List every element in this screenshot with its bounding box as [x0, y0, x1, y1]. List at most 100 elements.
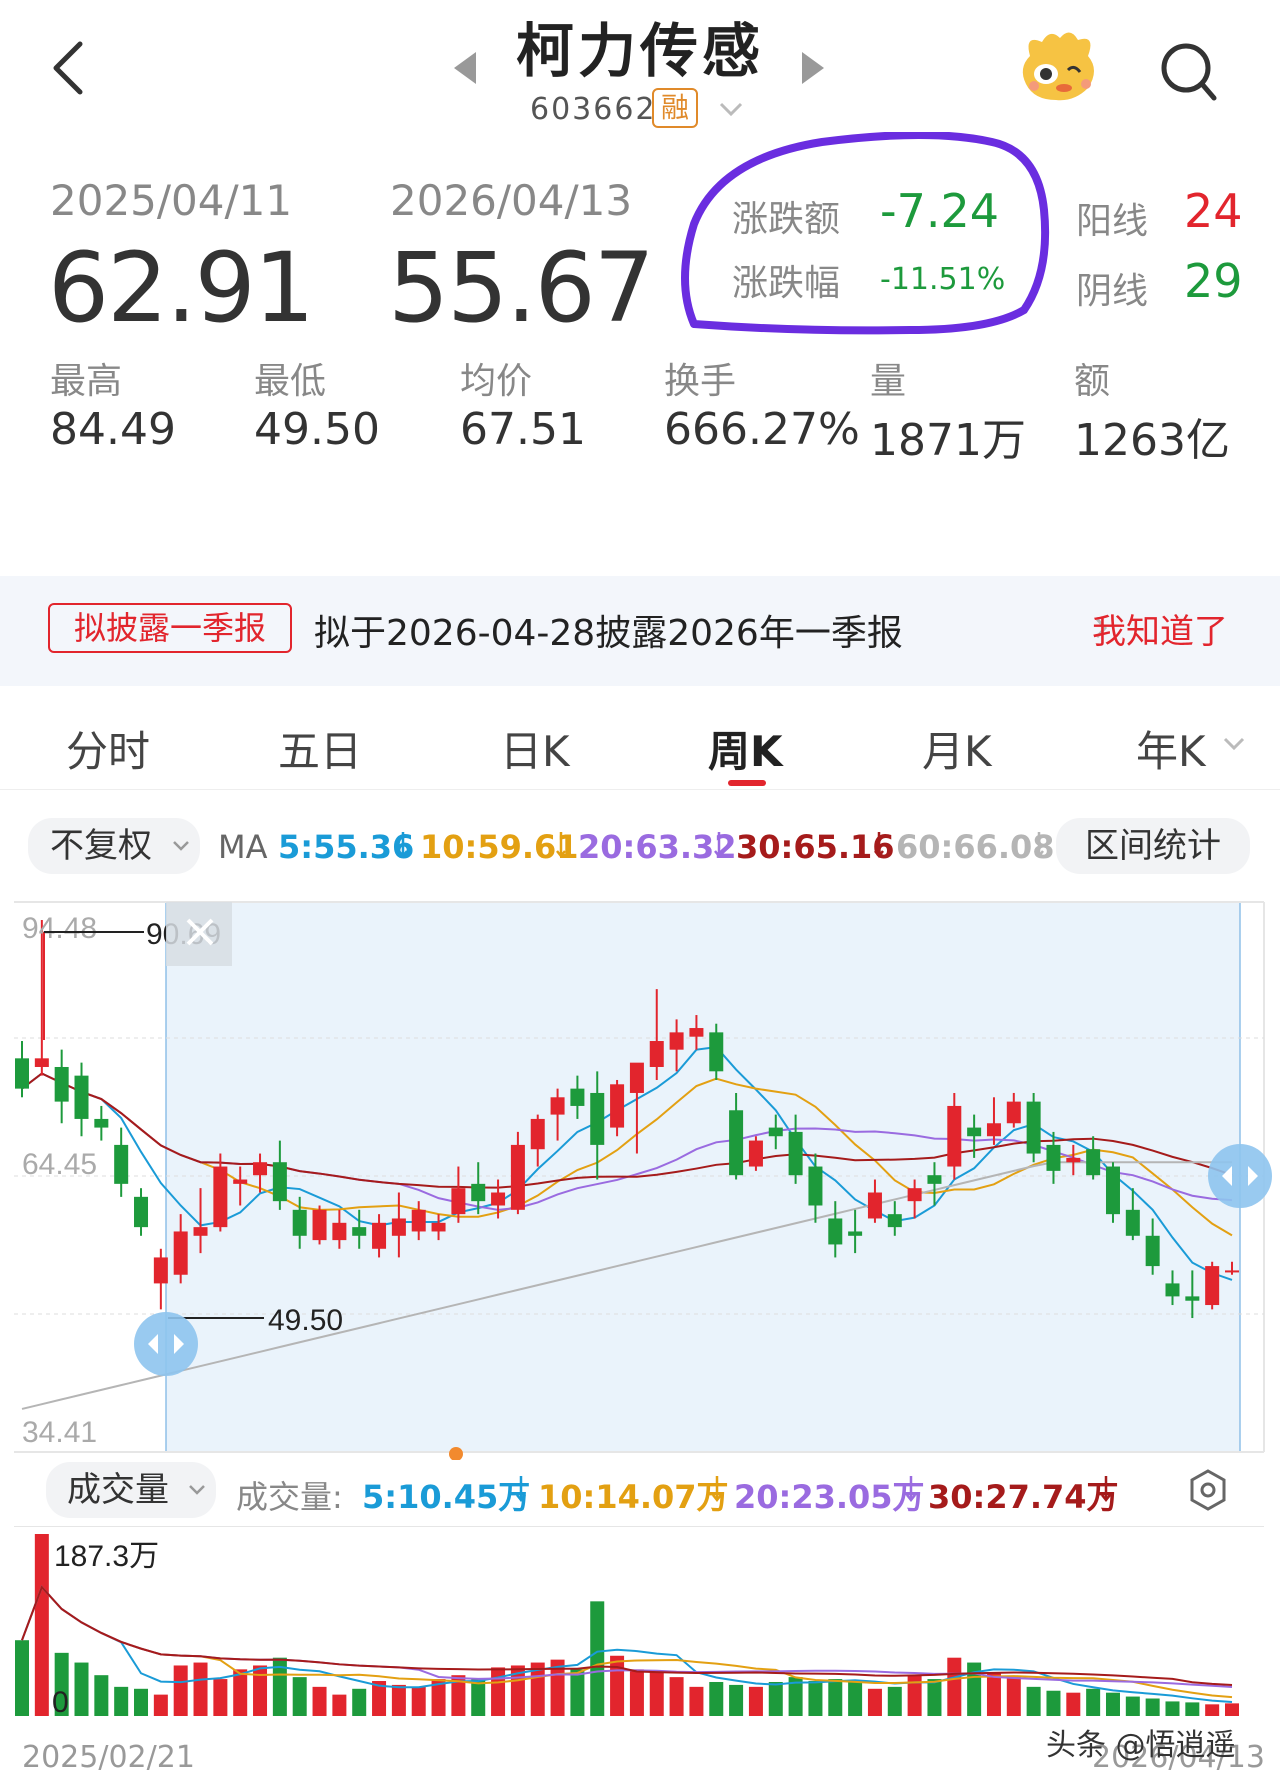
- candle-body: [491, 1192, 506, 1206]
- candle-body: [1066, 1157, 1081, 1163]
- candle-body: [153, 1257, 168, 1284]
- tab-yearly-k[interactable]: 年K: [1136, 718, 1206, 779]
- end-date: 2026/04/13: [390, 176, 633, 225]
- stat-low-label: 最低: [254, 361, 327, 402]
- volume-bar: [173, 1665, 188, 1716]
- candle-body: [629, 1062, 644, 1093]
- watermark: 头条 @悟逍遥: [1046, 1728, 1236, 1763]
- candle-body: [1086, 1149, 1101, 1176]
- yin-count: 29: [1184, 254, 1243, 308]
- stat-avg-value: 67.51: [460, 404, 586, 455]
- volume-bar: [848, 1681, 863, 1716]
- dismiss-notice-button[interactable]: 我知道了: [1092, 604, 1228, 653]
- volume-bar: [491, 1667, 506, 1716]
- candle-body: [193, 1227, 208, 1236]
- volume-bar: [947, 1657, 962, 1716]
- ma-legend-row: 不复权 MA 5:55.36 10:59.61 20:63.32 30:65.1…: [0, 818, 1280, 874]
- volume-bar: [15, 1640, 29, 1716]
- candle-body: [372, 1222, 387, 1249]
- candle-body: [1105, 1166, 1120, 1215]
- volume-bar: [1105, 1692, 1120, 1716]
- candle-body: [173, 1231, 188, 1275]
- tab-daily-k[interactable]: 日K: [500, 718, 570, 779]
- candle-body: [768, 1127, 783, 1137]
- yang-label: 阳线: [1076, 201, 1149, 242]
- volume-bar: [1066, 1692, 1081, 1716]
- right-range-handle-icon[interactable]: [1208, 1144, 1272, 1208]
- kline-chart[interactable]: 94.48 64.45 34.41 90.69 49.50: [0, 900, 1280, 1460]
- candle-body: [292, 1209, 307, 1236]
- candle-body: [391, 1218, 406, 1236]
- candle-body: [451, 1188, 466, 1215]
- stock-code: 603662: [530, 92, 657, 127]
- candle-body: [74, 1075, 89, 1119]
- volume-legend-row: 成交量 成交量: 5:10.45万 10:14.07万 20:23.05万 30…: [0, 1462, 1280, 1518]
- close-selection-icon[interactable]: [166, 902, 232, 966]
- candle-body: [1185, 1296, 1200, 1301]
- volume-bar: [1225, 1703, 1239, 1716]
- candle-body: [788, 1131, 803, 1176]
- candle-body: [431, 1222, 446, 1232]
- volume-bar: [1046, 1690, 1061, 1716]
- tab-weekly-k[interactable]: 周K: [708, 718, 783, 779]
- stat-volume-value: 1871万: [870, 415, 1026, 466]
- volume-bar: [629, 1669, 644, 1716]
- next-stock-icon[interactable]: [800, 50, 826, 86]
- volume-chart[interactable]: 187.3万 0: [0, 1526, 1280, 1726]
- volume-bar: [292, 1677, 307, 1716]
- tab-five-day[interactable]: 五日: [278, 718, 362, 779]
- stat-high-value: 84.49: [50, 404, 176, 455]
- candle-body: [967, 1127, 982, 1137]
- volume-bar: [689, 1686, 704, 1716]
- volume-bar: [1165, 1701, 1180, 1716]
- volume-bar: [768, 1681, 783, 1716]
- volume-bar: [34, 1534, 49, 1716]
- search-icon[interactable]: [1158, 36, 1220, 106]
- price-axis-mid: 64.45: [22, 1148, 97, 1181]
- candle-body: [590, 1092, 605, 1145]
- notice-text: 拟于2026-04-28披露2026年一季报: [314, 613, 903, 654]
- candle-body: [233, 1179, 248, 1184]
- tab-monthly-k[interactable]: 月K: [922, 718, 992, 779]
- chevron-down-icon[interactable]: [718, 100, 744, 118]
- volume-bar: [233, 1669, 248, 1716]
- settings-icon[interactable]: [1186, 1468, 1230, 1512]
- mascot-icon[interactable]: [1016, 26, 1102, 104]
- volume-bar: [986, 1672, 1001, 1716]
- volume-bar: [1086, 1688, 1101, 1716]
- candle-body: [411, 1209, 426, 1232]
- price-axis-top: 94.48: [22, 912, 97, 945]
- start-date: 2025/04/11: [50, 176, 293, 225]
- volume-bar: [887, 1686, 902, 1716]
- end-price: 55.67: [388, 232, 655, 344]
- candle-body: [1026, 1101, 1041, 1154]
- left-range-handle-icon[interactable]: [134, 1312, 198, 1376]
- yang-count: 24: [1184, 184, 1243, 238]
- candle-body: [689, 1028, 704, 1037]
- volume-bar: [649, 1672, 664, 1716]
- candle-body: [1125, 1209, 1140, 1236]
- candle-body: [530, 1118, 545, 1150]
- candle-body: [947, 1105, 962, 1167]
- start-price: 62.91: [48, 232, 315, 344]
- volume-bar: [1125, 1696, 1140, 1716]
- range-stats-button[interactable]: 区间统计: [1056, 818, 1250, 874]
- candle-body: [709, 1032, 724, 1072]
- candle-body: [94, 1118, 109, 1128]
- volume-bar: [1026, 1686, 1041, 1716]
- yin-label: 阴线: [1076, 271, 1149, 312]
- candle-body: [352, 1227, 367, 1236]
- chevron-down-icon[interactable]: [1222, 736, 1246, 752]
- volume-axis-top: 187.3万: [54, 1540, 159, 1573]
- stat-volume-label: 量: [870, 361, 907, 402]
- candle-body: [1145, 1235, 1160, 1267]
- candle-body: [808, 1166, 823, 1206]
- volume-bar: [808, 1681, 823, 1716]
- margin-badge: 融: [652, 88, 698, 128]
- candle-body: [312, 1209, 327, 1241]
- volume-down-arrows: [516, 1476, 1111, 1503]
- candle-body: [15, 1058, 29, 1089]
- tab-intraday[interactable]: 分时: [66, 718, 150, 779]
- candle-body: [610, 1084, 625, 1128]
- candle-body: [510, 1144, 525, 1210]
